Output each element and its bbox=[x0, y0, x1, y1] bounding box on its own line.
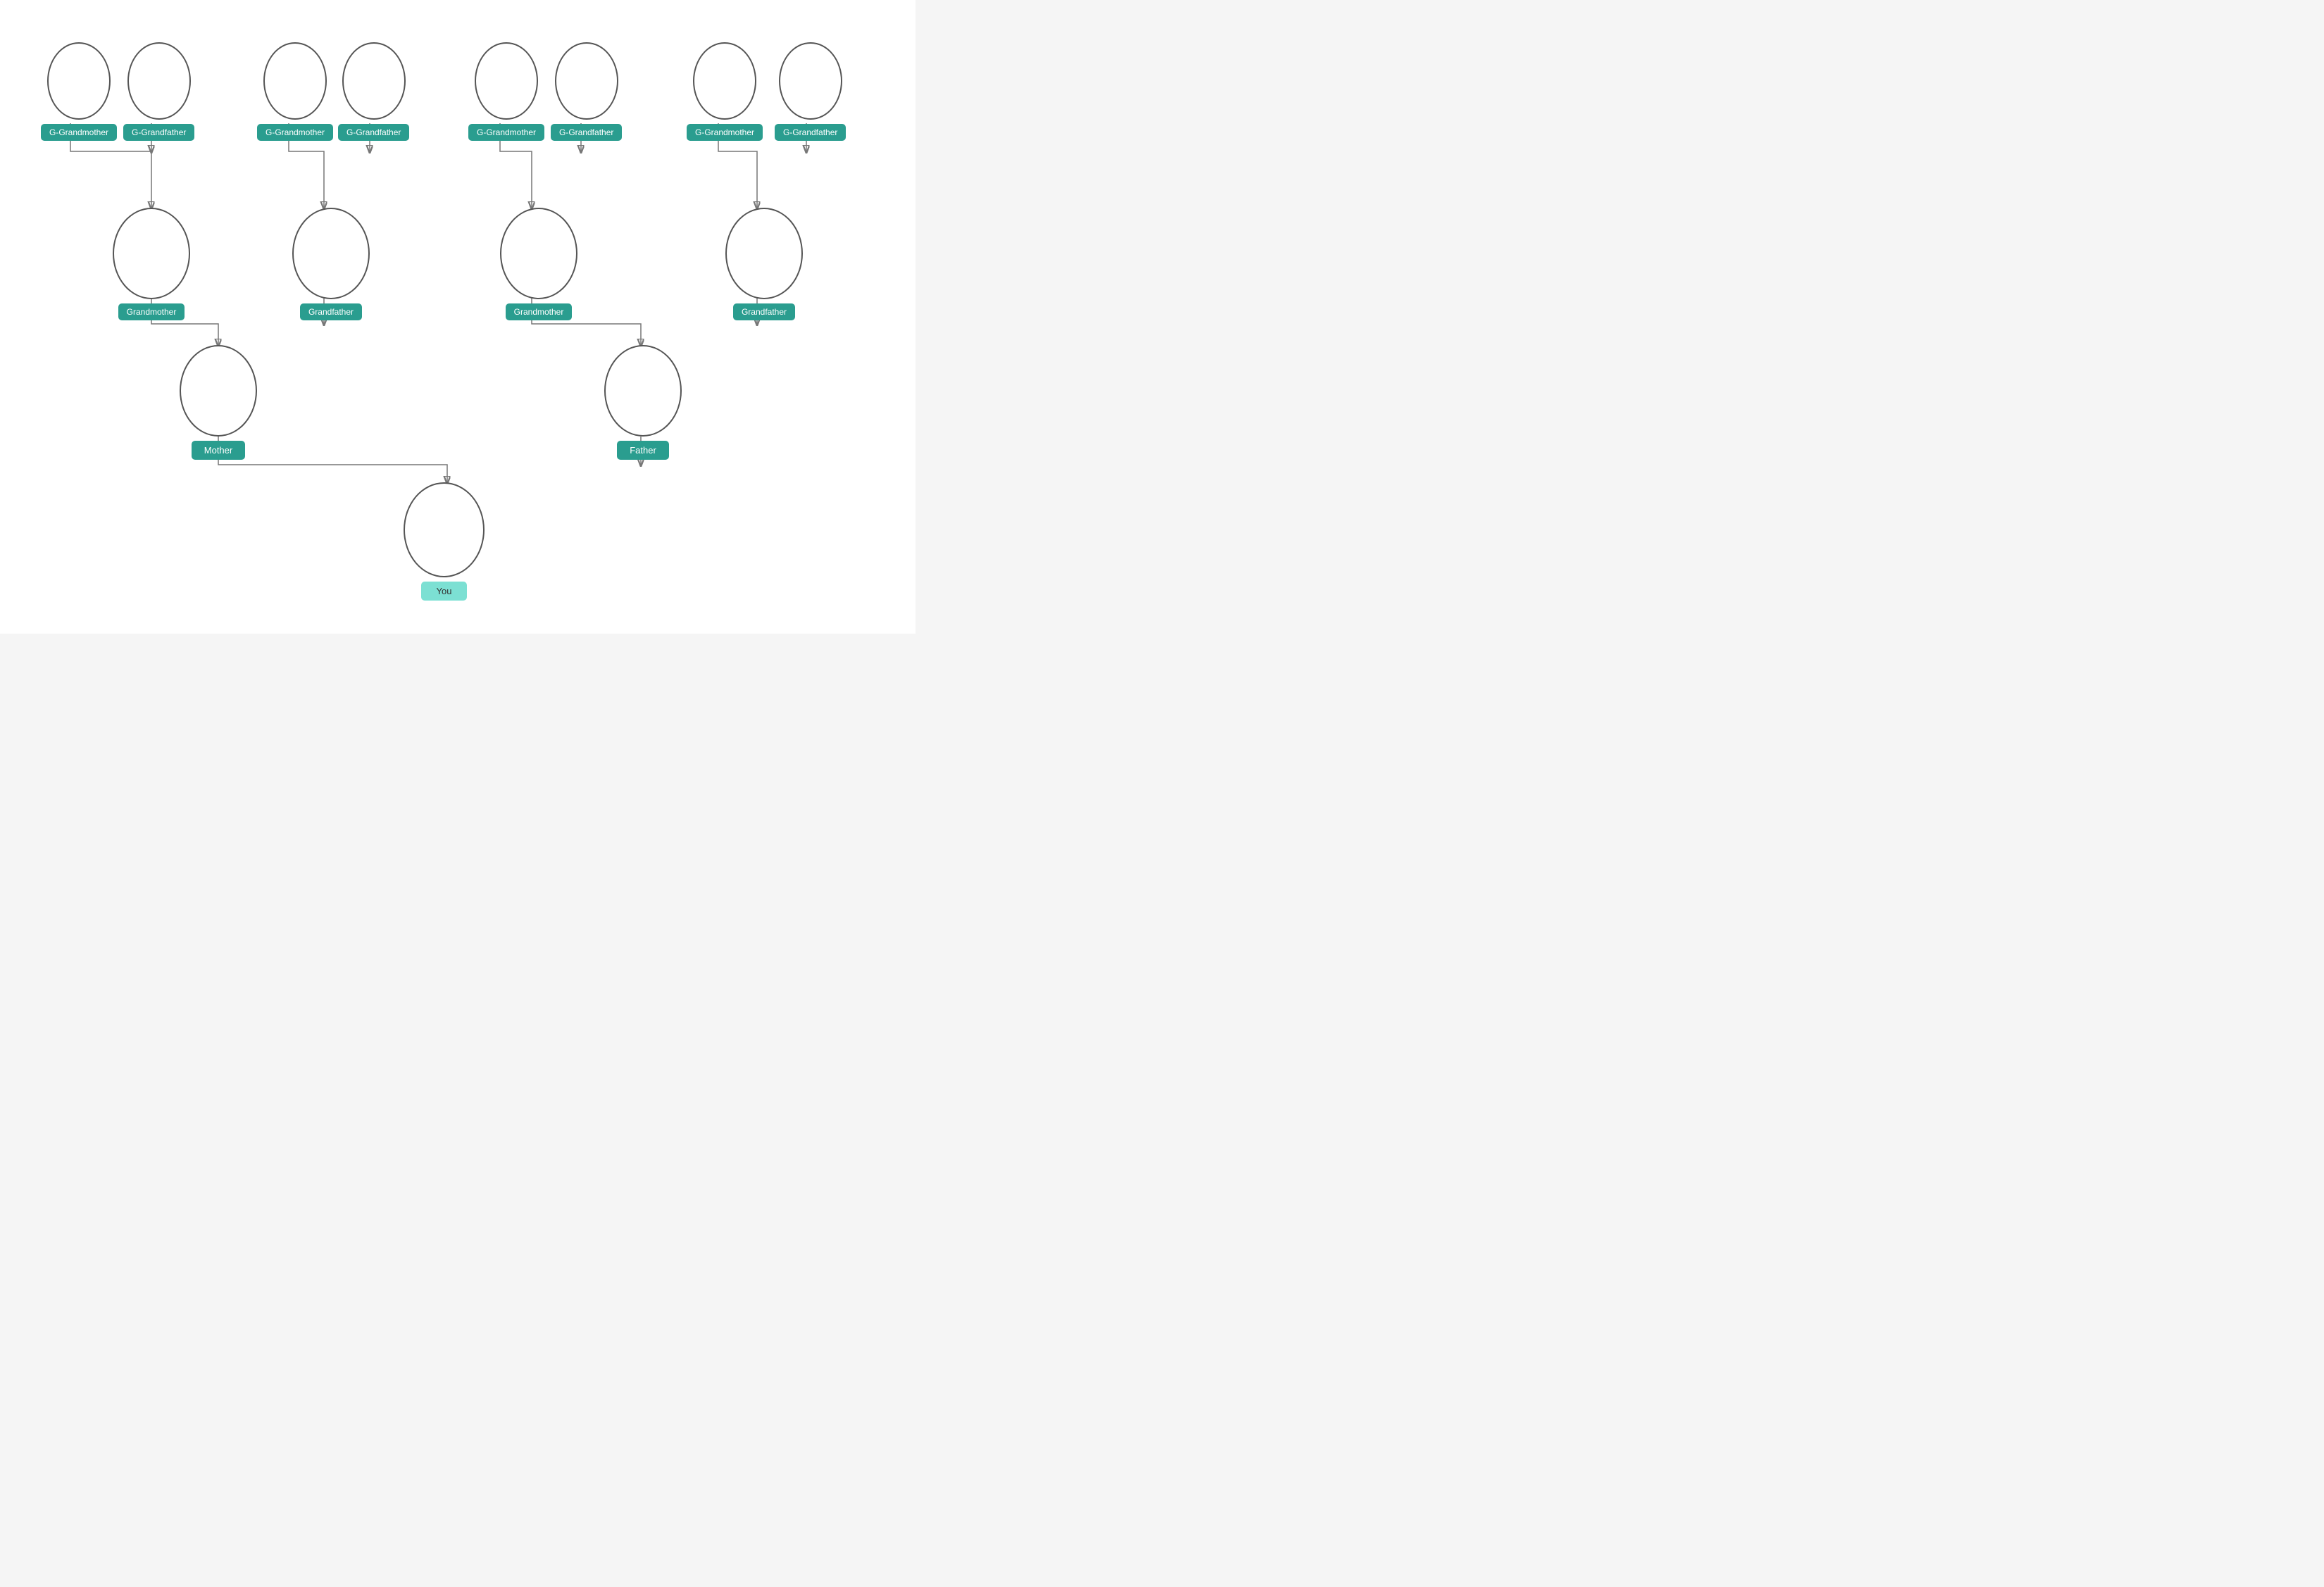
node-gg-grandfather-1[interactable]: G-Grandfather bbox=[123, 42, 194, 141]
label-grandfather-1: Grandfather bbox=[300, 303, 362, 320]
label-father: Father bbox=[617, 441, 669, 460]
node-gg-grandmother-3[interactable]: G-Grandmother bbox=[468, 42, 544, 141]
avatar-gg-grandmother-2 bbox=[263, 42, 327, 120]
avatar-grandfather-1 bbox=[292, 208, 370, 299]
label-gg-grandmother-1: G-Grandmother bbox=[41, 124, 117, 141]
label-gg-grandmother-4: G-Grandmother bbox=[687, 124, 763, 141]
avatar-gg-grandmother-4 bbox=[693, 42, 756, 120]
label-gg-grandmother-2: G-Grandmother bbox=[257, 124, 333, 141]
label-mother: Mother bbox=[192, 441, 245, 460]
node-grandmother-1[interactable]: Grandmother bbox=[113, 208, 190, 320]
label-gg-grandfather-3: G-Grandfather bbox=[551, 124, 622, 141]
avatar-mother bbox=[180, 345, 257, 437]
node-gg-grandfather-2[interactable]: G-Grandfather bbox=[338, 42, 409, 141]
label-you: You bbox=[421, 582, 468, 601]
label-grandmother-2: Grandmother bbox=[506, 303, 573, 320]
label-gg-grandfather-4: G-Grandfather bbox=[775, 124, 846, 141]
node-father[interactable]: Father bbox=[604, 345, 682, 460]
node-gg-grandmother-2[interactable]: G-Grandmother bbox=[257, 42, 333, 141]
avatar-gg-grandfather-2 bbox=[342, 42, 406, 120]
label-grandmother-1: Grandmother bbox=[118, 303, 185, 320]
node-gg-grandmother-1[interactable]: G-Grandmother bbox=[41, 42, 117, 141]
label-gg-grandfather-2: G-Grandfather bbox=[338, 124, 409, 141]
node-grandfather-1[interactable]: Grandfather bbox=[292, 208, 370, 320]
node-mother[interactable]: Mother bbox=[180, 345, 257, 460]
node-grandfather-2[interactable]: Grandfather bbox=[725, 208, 803, 320]
label-gg-grandmother-3: G-Grandmother bbox=[468, 124, 544, 141]
node-gg-grandfather-4[interactable]: G-Grandfather bbox=[775, 42, 846, 141]
node-grandmother-2[interactable]: Grandmother bbox=[500, 208, 577, 320]
family-tree-canvas: G-Grandmother G-Grandfather G-Grandmothe… bbox=[0, 0, 916, 634]
avatar-gg-grandfather-3 bbox=[555, 42, 618, 120]
node-gg-grandfather-3[interactable]: G-Grandfather bbox=[551, 42, 622, 141]
node-gg-grandmother-4[interactable]: G-Grandmother bbox=[687, 42, 763, 141]
avatar-gg-grandmother-3 bbox=[475, 42, 538, 120]
avatar-grandfather-2 bbox=[725, 208, 803, 299]
avatar-gg-grandmother-1 bbox=[47, 42, 111, 120]
avatar-you bbox=[404, 482, 485, 577]
avatar-grandmother-1 bbox=[113, 208, 190, 299]
label-grandfather-2: Grandfather bbox=[733, 303, 795, 320]
avatar-gg-grandfather-4 bbox=[779, 42, 842, 120]
label-gg-grandfather-1: G-Grandfather bbox=[123, 124, 194, 141]
node-you[interactable]: You bbox=[404, 482, 485, 601]
avatar-father bbox=[604, 345, 682, 437]
avatar-grandmother-2 bbox=[500, 208, 577, 299]
avatar-gg-grandfather-1 bbox=[127, 42, 191, 120]
